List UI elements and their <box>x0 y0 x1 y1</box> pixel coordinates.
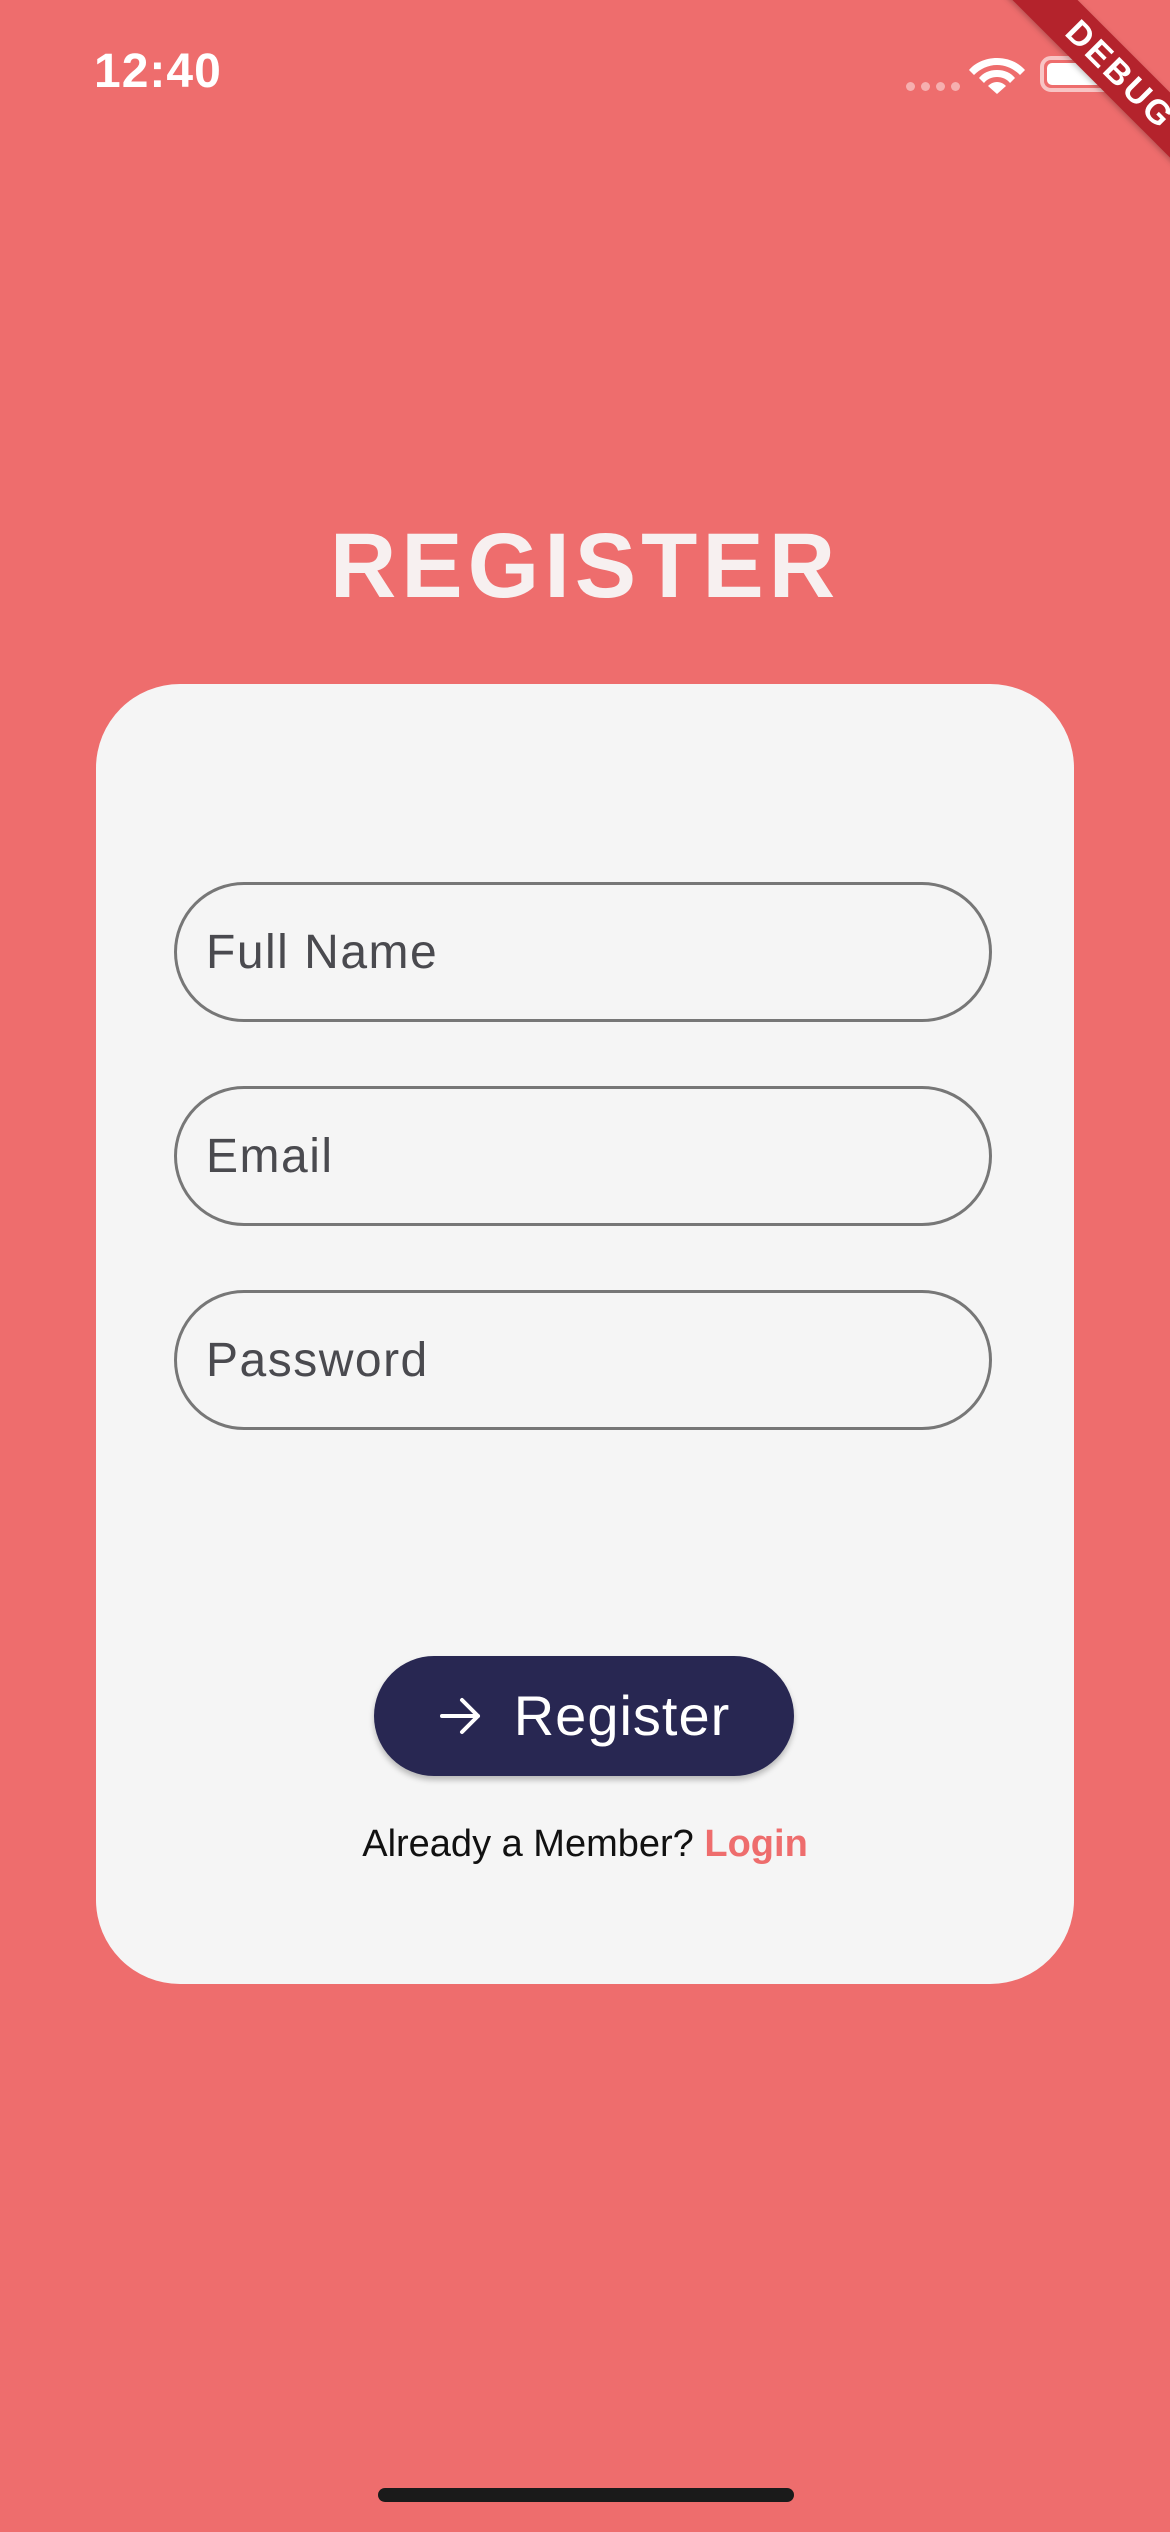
login-prompt-text: Already a Member? <box>362 1823 705 1865</box>
login-prompt: Already a Member? Login <box>96 1820 1074 1868</box>
register-button[interactable]: Register <box>374 1656 794 1776</box>
status-bar: 12:40 <box>0 0 1170 150</box>
register-card: Full Name Email Password Register Alread… <box>96 684 1074 1984</box>
cellular-signal-icon <box>906 82 960 94</box>
page-title: REGISTER <box>329 515 841 617</box>
register-button-label: Register <box>513 1684 731 1747</box>
login-link[interactable]: Login <box>704 1823 807 1865</box>
full-name-field[interactable]: Full Name <box>174 882 992 1022</box>
password-field[interactable]: Password <box>174 1290 992 1430</box>
wifi-icon <box>969 58 1025 94</box>
email-field[interactable]: Email <box>174 1086 992 1226</box>
arrow-right-icon <box>439 1698 480 1734</box>
email-placeholder: Email <box>206 1129 334 1183</box>
status-time: 12:40 <box>94 45 222 98</box>
password-placeholder: Password <box>206 1333 429 1387</box>
home-indicator[interactable] <box>378 2488 794 2502</box>
full-name-placeholder: Full Name <box>206 925 439 979</box>
